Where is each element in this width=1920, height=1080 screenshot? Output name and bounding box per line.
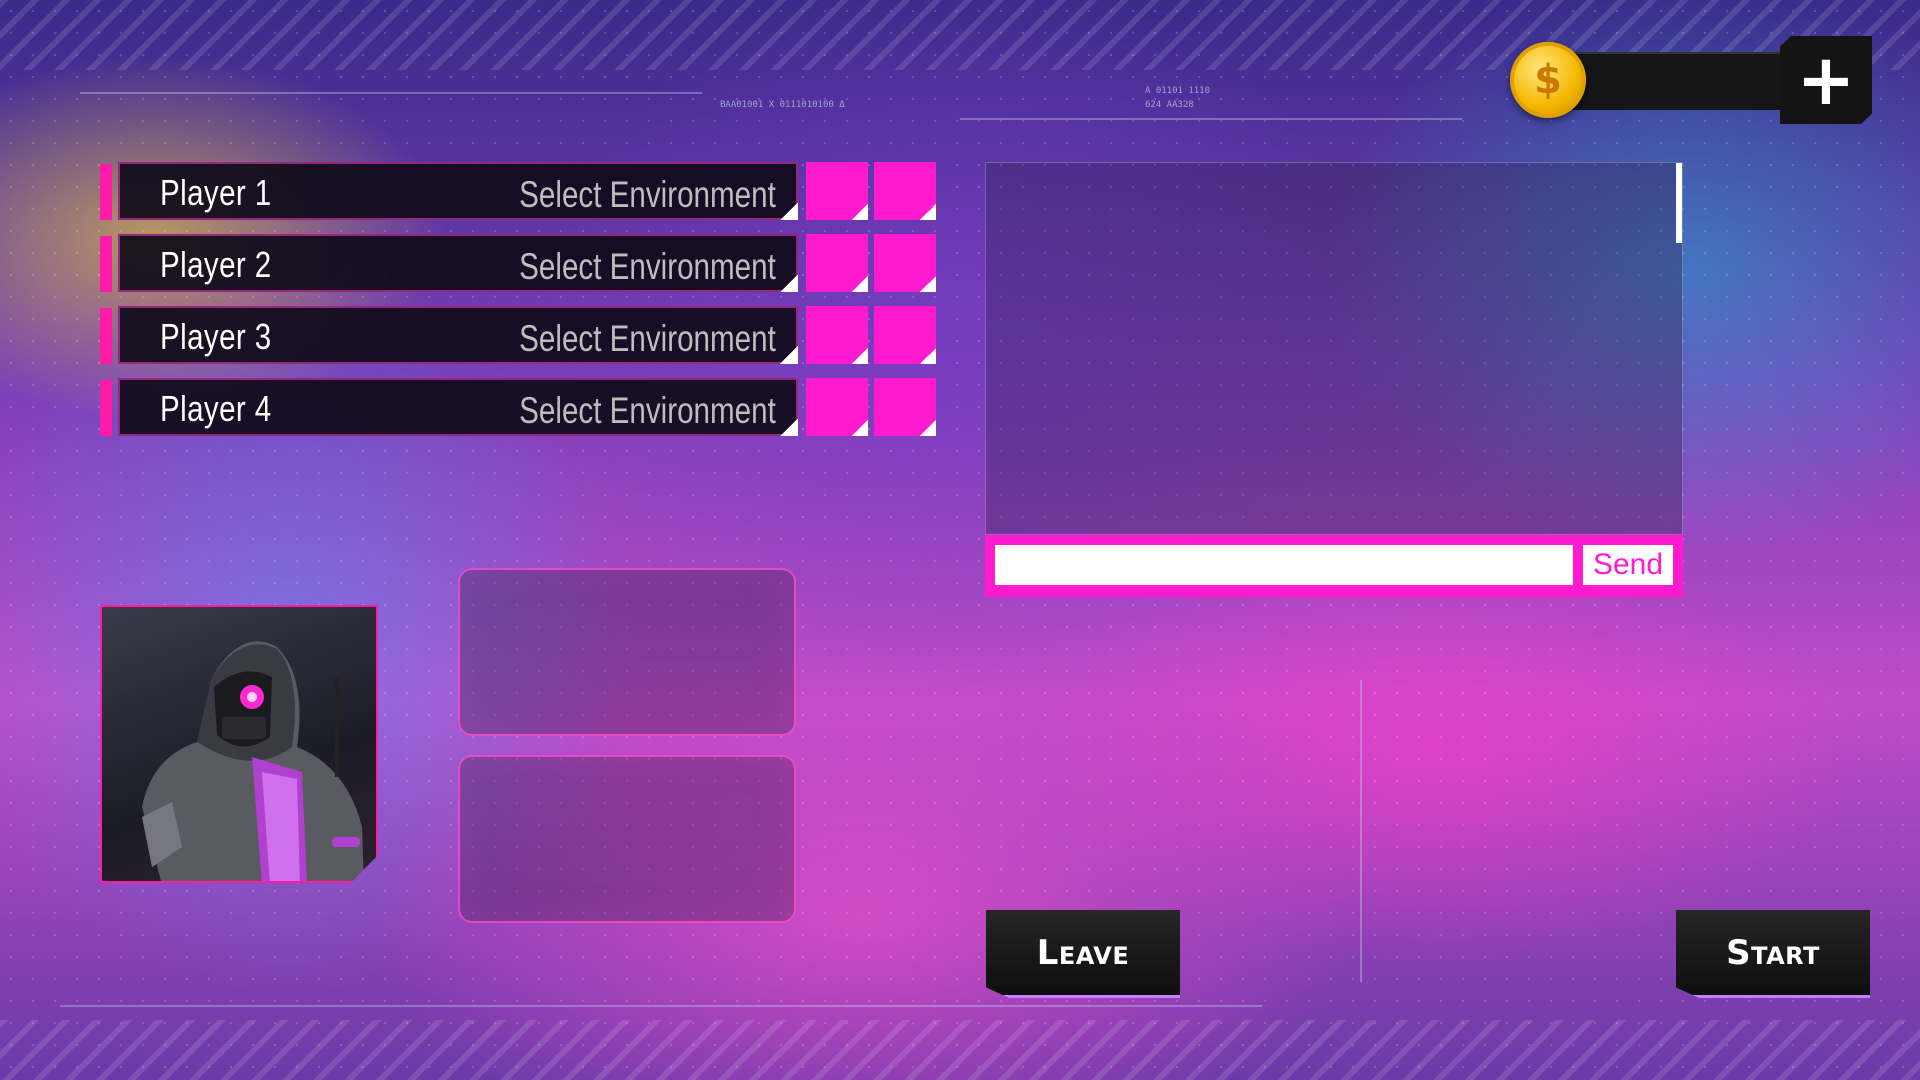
- hud-line: [1360, 680, 1362, 982]
- player-slot-b[interactable]: [874, 306, 936, 364]
- player-accent: [100, 164, 112, 220]
- player-bar: Player 2 Select Environment: [118, 234, 798, 292]
- environment-preview-card-2[interactable]: [458, 755, 796, 923]
- player-accent: [100, 308, 112, 364]
- player-row-1: Player 1 Select Environment: [100, 162, 938, 222]
- player-accent: [100, 236, 112, 292]
- leave-button[interactable]: Leave: [986, 910, 1180, 998]
- chat-window: [985, 162, 1683, 535]
- player-slot-a[interactable]: [806, 162, 868, 220]
- currency-amount: [1600, 52, 1790, 108]
- hooded-character-icon: [142, 641, 364, 881]
- environment-select[interactable]: Select Environment: [519, 164, 776, 222]
- player-slot-a[interactable]: [806, 378, 868, 436]
- environment-select[interactable]: Select Environment: [519, 380, 776, 438]
- coin-icon: $: [1510, 42, 1586, 118]
- chat-scrollbar[interactable]: [1676, 163, 1682, 243]
- player-row-4: Player 4 Select Environment: [100, 378, 938, 438]
- hud-line: [80, 92, 702, 94]
- plus-icon: +: [1796, 39, 1856, 121]
- start-button[interactable]: Start: [1676, 910, 1870, 998]
- player-slot-a[interactable]: [806, 306, 868, 364]
- hud-line: [960, 118, 1462, 120]
- player-slot-b[interactable]: [874, 162, 936, 220]
- chat-input[interactable]: [995, 545, 1573, 585]
- character-portrait[interactable]: [100, 605, 378, 883]
- player-bar: Player 1 Select Environment: [118, 162, 798, 220]
- player-slot-a[interactable]: [806, 234, 868, 292]
- chat-input-row: Send: [985, 535, 1683, 597]
- environment-preview-card-1[interactable]: [458, 568, 796, 736]
- send-button[interactable]: Send: [1583, 545, 1673, 585]
- player-bar: Player 4 Select Environment: [118, 378, 798, 436]
- player-name: Player 4: [160, 388, 272, 429]
- hud-code-text: A 01101 1110: [1145, 86, 1211, 96]
- hud-line: [60, 1005, 1262, 1007]
- environment-select[interactable]: Select Environment: [519, 308, 776, 366]
- player-name: Player 3: [160, 316, 272, 357]
- player-name: Player 1: [160, 172, 272, 213]
- bottom-stripe-band: [0, 1020, 1920, 1080]
- player-accent: [100, 380, 112, 436]
- player-row-3: Player 3 Select Environment: [100, 306, 938, 366]
- player-bar: Player 3 Select Environment: [118, 306, 798, 364]
- player-slot-b[interactable]: [874, 234, 936, 292]
- add-currency-button[interactable]: +: [1780, 36, 1872, 124]
- player-row-2: Player 2 Select Environment: [100, 234, 938, 294]
- currency-bar: $ +: [1510, 36, 1872, 124]
- hud-code-text: BAA01001 X 0111010100 Δ: [720, 100, 845, 110]
- hud-code-text: 624 AA328: [1145, 100, 1194, 110]
- dollar-icon: $: [1534, 57, 1562, 103]
- environment-select[interactable]: Select Environment: [519, 236, 776, 294]
- player-name: Player 2: [160, 244, 272, 285]
- player-slot-b[interactable]: [874, 378, 936, 436]
